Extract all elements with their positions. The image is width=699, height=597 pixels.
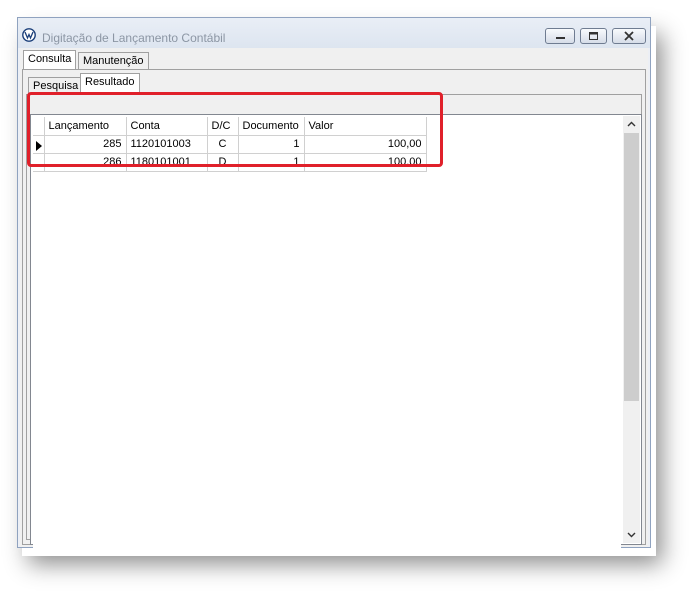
tab-consulta[interactable]: Consulta <box>23 50 77 70</box>
chevron-down-icon <box>627 532 636 538</box>
close-icon <box>624 31 634 41</box>
title-bar[interactable]: Digitação de Lançamento Contábil <box>18 18 650 48</box>
minimize-button[interactable] <box>545 28 575 44</box>
scroll-up-button[interactable] <box>623 116 640 133</box>
chevron-up-icon <box>627 121 636 127</box>
scroll-down-button[interactable] <box>623 526 640 543</box>
tab-manutencao-label: Manutenção <box>83 55 144 67</box>
vertical-scrollbar[interactable] <box>623 116 640 543</box>
close-button[interactable] <box>612 28 646 44</box>
vw-logo-icon <box>22 28 36 42</box>
annotation-highlight-box <box>27 92 443 167</box>
tab-resultado-label: Resultado <box>85 76 135 88</box>
window-title: Digitação de Lançamento Contábil <box>42 31 226 45</box>
maximize-icon <box>589 32 598 40</box>
maximize-button[interactable] <box>580 28 607 44</box>
tab-pesquisa-label: Pesquisa <box>33 80 79 92</box>
scrollbar-thumb[interactable] <box>624 133 639 401</box>
tab-consulta-label: Consulta <box>28 53 72 65</box>
grid-body: Lançamento Conta D/C Documento Valor 285 <box>33 117 621 551</box>
results-grid[interactable]: Lançamento Conta D/C Documento Valor 285 <box>30 114 642 551</box>
tab-manutencao[interactable]: Manutenção <box>78 52 149 70</box>
minimize-icon <box>556 37 565 39</box>
